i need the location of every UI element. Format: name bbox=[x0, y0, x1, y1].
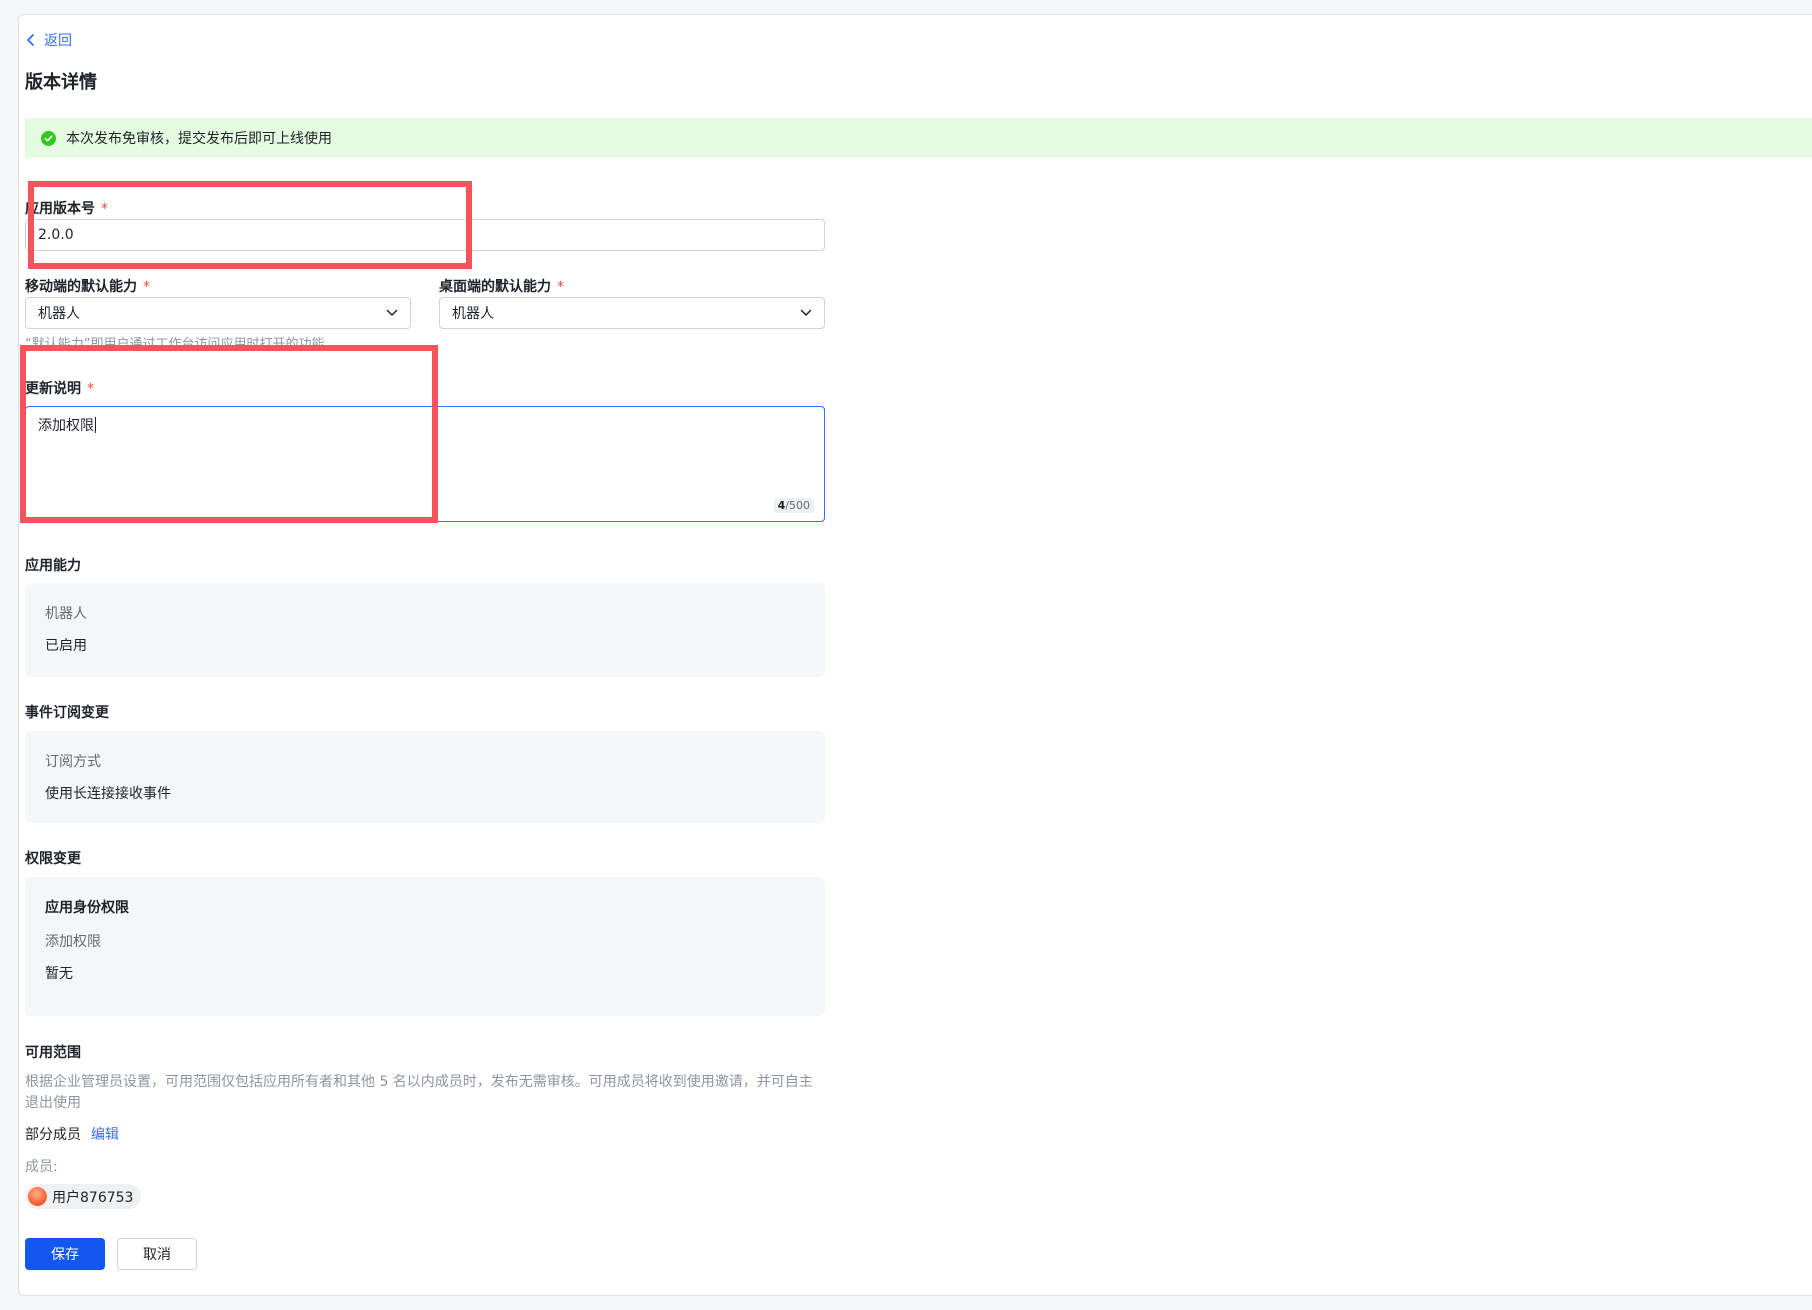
desktop-default-label: 桌面端的默认能力 * bbox=[439, 276, 564, 296]
required-mark: * bbox=[101, 201, 108, 217]
avatar bbox=[28, 1187, 47, 1206]
default-capability-hint: “默认能力”即用户通过工作台访问应用时打开的功能 bbox=[25, 337, 325, 352]
required-mark: * bbox=[143, 279, 150, 295]
version-label: 应用版本号 * bbox=[25, 198, 108, 218]
capability-name: 机器人 bbox=[45, 606, 87, 622]
version-value: 2.0.0 bbox=[38, 227, 74, 243]
version-label-text: 应用版本号 bbox=[25, 201, 95, 217]
scope-mode-row: 部分成员 编辑 bbox=[25, 1124, 119, 1144]
chevron-left-icon bbox=[26, 34, 34, 46]
mobile-default-label: 移动端的默认能力 * bbox=[25, 276, 150, 296]
char-max: /500 bbox=[785, 499, 810, 512]
members-label: 成员: bbox=[25, 1159, 58, 1175]
mobile-default-value: 机器人 bbox=[38, 306, 80, 322]
subscription-method-value: 使用长连接接收事件 bbox=[45, 786, 171, 802]
required-mark: * bbox=[87, 381, 94, 397]
scope-title: 可用范围 bbox=[25, 1045, 81, 1061]
mobile-default-select[interactable]: 机器人 bbox=[25, 297, 411, 329]
update-notes-value: 添加权限 bbox=[38, 418, 94, 434]
member-chip: 用户876753 bbox=[25, 1184, 142, 1209]
permissions-title: 权限变更 bbox=[25, 851, 81, 867]
scope-description: 根据企业管理员设置，可用范围仅包括应用所有者和其他 5 名以内成员时，发布无需审… bbox=[25, 1074, 813, 1111]
update-notes-label-text: 更新说明 bbox=[25, 381, 81, 397]
page-title: 版本详情 bbox=[25, 72, 97, 93]
success-alert: 本次发布免审核，提交发布后即可上线使用 bbox=[25, 118, 1812, 158]
desktop-default-select[interactable]: 机器人 bbox=[439, 297, 825, 329]
app-identity-permissions-heading: 应用身份权限 bbox=[45, 900, 129, 916]
chevron-down-icon bbox=[386, 309, 398, 317]
back-label: 返回 bbox=[44, 33, 72, 49]
capabilities-panel: 机器人 已启用 bbox=[25, 583, 825, 677]
check-circle-icon bbox=[41, 130, 56, 146]
edit-scope-link[interactable]: 编辑 bbox=[91, 1124, 119, 1144]
added-permissions-value: 暂无 bbox=[45, 966, 73, 982]
update-notes-label: 更新说明 * bbox=[25, 378, 94, 398]
alert-text: 本次发布免审核，提交发布后即可上线使用 bbox=[66, 131, 332, 147]
subscription-method-label: 订阅方式 bbox=[45, 754, 101, 770]
chevron-down-icon bbox=[800, 309, 812, 317]
events-title: 事件订阅变更 bbox=[25, 705, 109, 721]
required-mark: * bbox=[557, 279, 564, 295]
permissions-panel: 应用身份权限 添加权限 暂无 bbox=[25, 877, 825, 1016]
save-button[interactable]: 保存 bbox=[25, 1238, 105, 1270]
events-panel: 订阅方式 使用长连接接收事件 bbox=[25, 731, 825, 823]
mobile-default-label-text: 移动端的默认能力 bbox=[25, 279, 137, 295]
back-link[interactable]: 返回 bbox=[26, 30, 72, 50]
added-permissions-label: 添加权限 bbox=[45, 934, 101, 950]
text-caret bbox=[95, 417, 96, 433]
cancel-button[interactable]: 取消 bbox=[117, 1238, 197, 1270]
desktop-default-label-text: 桌面端的默认能力 bbox=[439, 279, 551, 295]
scope-mode: 部分成员 bbox=[25, 1127, 81, 1143]
capability-status: 已启用 bbox=[45, 638, 87, 654]
desktop-default-value: 机器人 bbox=[452, 306, 494, 322]
capabilities-title: 应用能力 bbox=[25, 558, 81, 574]
char-counter: 4/500 bbox=[773, 498, 814, 513]
update-notes-textarea[interactable]: 添加权限 4/500 bbox=[25, 406, 825, 522]
member-name: 用户876753 bbox=[52, 1189, 134, 1206]
version-input[interactable]: 2.0.0 bbox=[25, 219, 825, 251]
